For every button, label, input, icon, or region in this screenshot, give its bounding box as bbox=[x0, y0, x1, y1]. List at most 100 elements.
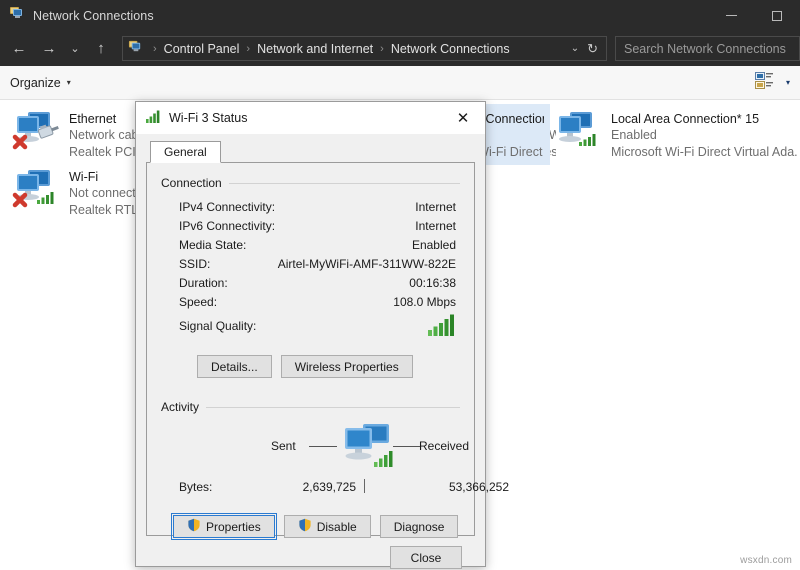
list-item[interactable]: Wi-Fi Not connected Realtek RTL8723BE 80… bbox=[6, 162, 146, 223]
window-controls bbox=[708, 0, 800, 31]
wifi-status-dialog: Wi-Fi 3 Status ✕ General Connection IPv4… bbox=[135, 101, 509, 569]
minimize-button[interactable] bbox=[708, 0, 754, 31]
ipv6-value: Internet bbox=[415, 218, 456, 233]
activity-graph: Sent Received bbox=[161, 421, 469, 480]
signal-bars-icon bbox=[579, 134, 596, 146]
ipv6-label: IPv6 Connectivity: bbox=[179, 218, 276, 233]
ipv4-value: Internet bbox=[415, 199, 456, 214]
wireless-properties-button-label: Wireless Properties bbox=[294, 359, 399, 374]
row-ipv4-connectivity: IPv4 Connectivity: Internet bbox=[161, 197, 460, 216]
bytes-row: Bytes: 2,639,725 53,366,252 bbox=[161, 477, 509, 497]
navigation-bar: ← → ⌄ ↑ › Control Panel › Network and In… bbox=[0, 31, 800, 66]
signal-bars-icon bbox=[37, 192, 54, 204]
speed-value: 108.0 Mbps bbox=[393, 294, 456, 309]
diagnose-button[interactable]: Diagnose bbox=[379, 515, 459, 538]
disable-button-label: Disable bbox=[316, 519, 357, 534]
shield-icon bbox=[298, 518, 312, 535]
list-item[interactable]: Local Area Connection* 15 Enabled Micros… bbox=[548, 104, 800, 165]
diagnose-button-label: Diagnose bbox=[393, 519, 445, 534]
watermark: wsxdn.com bbox=[740, 555, 792, 566]
ssid-value: Airtel-MyWiFi-AMF-311WW-822E bbox=[277, 256, 456, 271]
connection-name: Wi-Fi bbox=[69, 170, 99, 184]
ssid-label: SSID: bbox=[179, 256, 211, 271]
activity-group: Activity Sent Received Bytes: 2,639,725 … bbox=[161, 400, 509, 497]
connection-status: Network cable unplugged bbox=[69, 128, 140, 142]
recent-locations-button[interactable]: ⌄ bbox=[64, 34, 86, 64]
organize-label: Organize bbox=[10, 75, 61, 90]
breadcrumb-separator: › bbox=[380, 42, 384, 55]
list-item-text: Local Area Connection* 15 Enabled Micros… bbox=[611, 108, 797, 161]
dialog-action-buttons: Properties Disable Diagnose bbox=[161, 513, 460, 540]
media-state-label: Media State: bbox=[179, 237, 247, 252]
row-ipv6-connectivity: IPv6 Connectivity: Internet bbox=[161, 216, 460, 235]
up-button[interactable]: ↑ bbox=[86, 34, 116, 64]
properties-button[interactable]: Properties bbox=[171, 513, 277, 540]
breadcrumb-control-panel[interactable]: Control Panel bbox=[162, 42, 242, 56]
received-connector-line bbox=[393, 446, 421, 447]
view-layout-icon[interactable] bbox=[754, 71, 774, 94]
back-button[interactable]: ← bbox=[4, 34, 34, 64]
media-state-value: Enabled bbox=[411, 237, 456, 252]
shield-icon bbox=[187, 518, 201, 535]
activity-group-label: Activity bbox=[161, 400, 200, 414]
computers-activity-icon bbox=[341, 421, 403, 480]
dialog-footer: Close bbox=[146, 536, 475, 569]
network-connections-icon bbox=[9, 5, 25, 26]
bytes-label: Bytes: bbox=[179, 480, 213, 494]
address-bar[interactable]: › Control Panel › Network and Internet ›… bbox=[122, 36, 607, 61]
disable-button[interactable]: Disable bbox=[283, 515, 371, 538]
close-button[interactable]: Close bbox=[390, 546, 462, 569]
duration-label: Duration: bbox=[179, 275, 228, 290]
connection-group-header: Connection bbox=[161, 176, 460, 190]
list-item-text: Ethernet Network cable unplugged Realtek… bbox=[69, 108, 140, 161]
network-adapter-icon bbox=[12, 108, 60, 154]
close-icon[interactable]: ✕ bbox=[441, 102, 485, 134]
received-label: Received bbox=[419, 439, 470, 453]
chevron-down-icon[interactable]: ⌄ bbox=[567, 43, 587, 54]
view-dropdown-caret-icon[interactable]: ▾ bbox=[786, 78, 790, 87]
bytes-divider bbox=[364, 479, 365, 493]
sent-label: Sent bbox=[271, 439, 296, 453]
search-box[interactable]: Search Network Connections bbox=[615, 36, 800, 61]
network-adapter-icon bbox=[12, 166, 60, 212]
connection-status: Not connected bbox=[69, 186, 140, 200]
maximize-button[interactable] bbox=[754, 0, 800, 31]
wireless-properties-button[interactable]: Wireless Properties bbox=[280, 355, 413, 378]
connection-device: Realtek RTL8723BE 802.11 b... bbox=[69, 203, 140, 217]
dialog-body: General Connection IPv4 Connectivity: In… bbox=[136, 134, 509, 569]
row-speed: Speed: 108.0 Mbps bbox=[161, 292, 460, 311]
dialog-tabstrip: General bbox=[146, 141, 475, 163]
breadcrumb-network-connections[interactable]: Network Connections bbox=[389, 42, 512, 56]
duration-value: 00:16:38 bbox=[409, 275, 456, 290]
sent-connector-line bbox=[309, 446, 337, 447]
connection-group-label: Connection bbox=[161, 176, 222, 190]
connection-buttons: Details... Wireless Properties bbox=[161, 355, 460, 378]
connection-group: Connection IPv4 Connectivity: Internet I… bbox=[161, 176, 460, 378]
signal-bars-icon bbox=[374, 451, 393, 467]
connection-status: Enabled bbox=[611, 128, 657, 142]
connection-name: Ethernet bbox=[69, 112, 117, 126]
activity-group-header: Activity bbox=[161, 400, 460, 414]
group-divider bbox=[206, 406, 460, 408]
window-title: Network Connections bbox=[33, 8, 154, 23]
breadcrumb-network-and-internet[interactable]: Network and Internet bbox=[255, 42, 375, 56]
details-button[interactable]: Details... bbox=[197, 355, 272, 378]
search-placeholder: Search Network Connections bbox=[624, 41, 786, 56]
tab-general[interactable]: General bbox=[150, 141, 221, 163]
row-ssid: SSID: Airtel-MyWiFi-AMF-311WW-822E bbox=[161, 254, 460, 273]
refresh-icon[interactable]: ↻ bbox=[587, 41, 606, 57]
connection-name: Local Area Connection* 15 bbox=[611, 112, 760, 126]
address-bar-icon bbox=[128, 39, 143, 59]
close-button-label: Close bbox=[410, 550, 442, 565]
properties-button-label: Properties bbox=[206, 519, 261, 534]
organize-button[interactable]: Organize ▾ bbox=[10, 76, 71, 90]
chevron-down-icon: ▾ bbox=[66, 78, 71, 87]
forward-button[interactable]: → bbox=[34, 34, 64, 64]
command-bar: Organize ▾ ▾ bbox=[0, 66, 800, 100]
list-item[interactable]: Ethernet Network cable unplugged Realtek… bbox=[6, 104, 146, 165]
speed-label: Speed: bbox=[179, 294, 218, 309]
row-duration: Duration: 00:16:38 bbox=[161, 273, 460, 292]
signal-quality-bars-icon bbox=[428, 314, 460, 339]
ipv4-label: IPv4 Connectivity: bbox=[179, 199, 276, 214]
window-titlebar: Network Connections bbox=[0, 0, 800, 31]
